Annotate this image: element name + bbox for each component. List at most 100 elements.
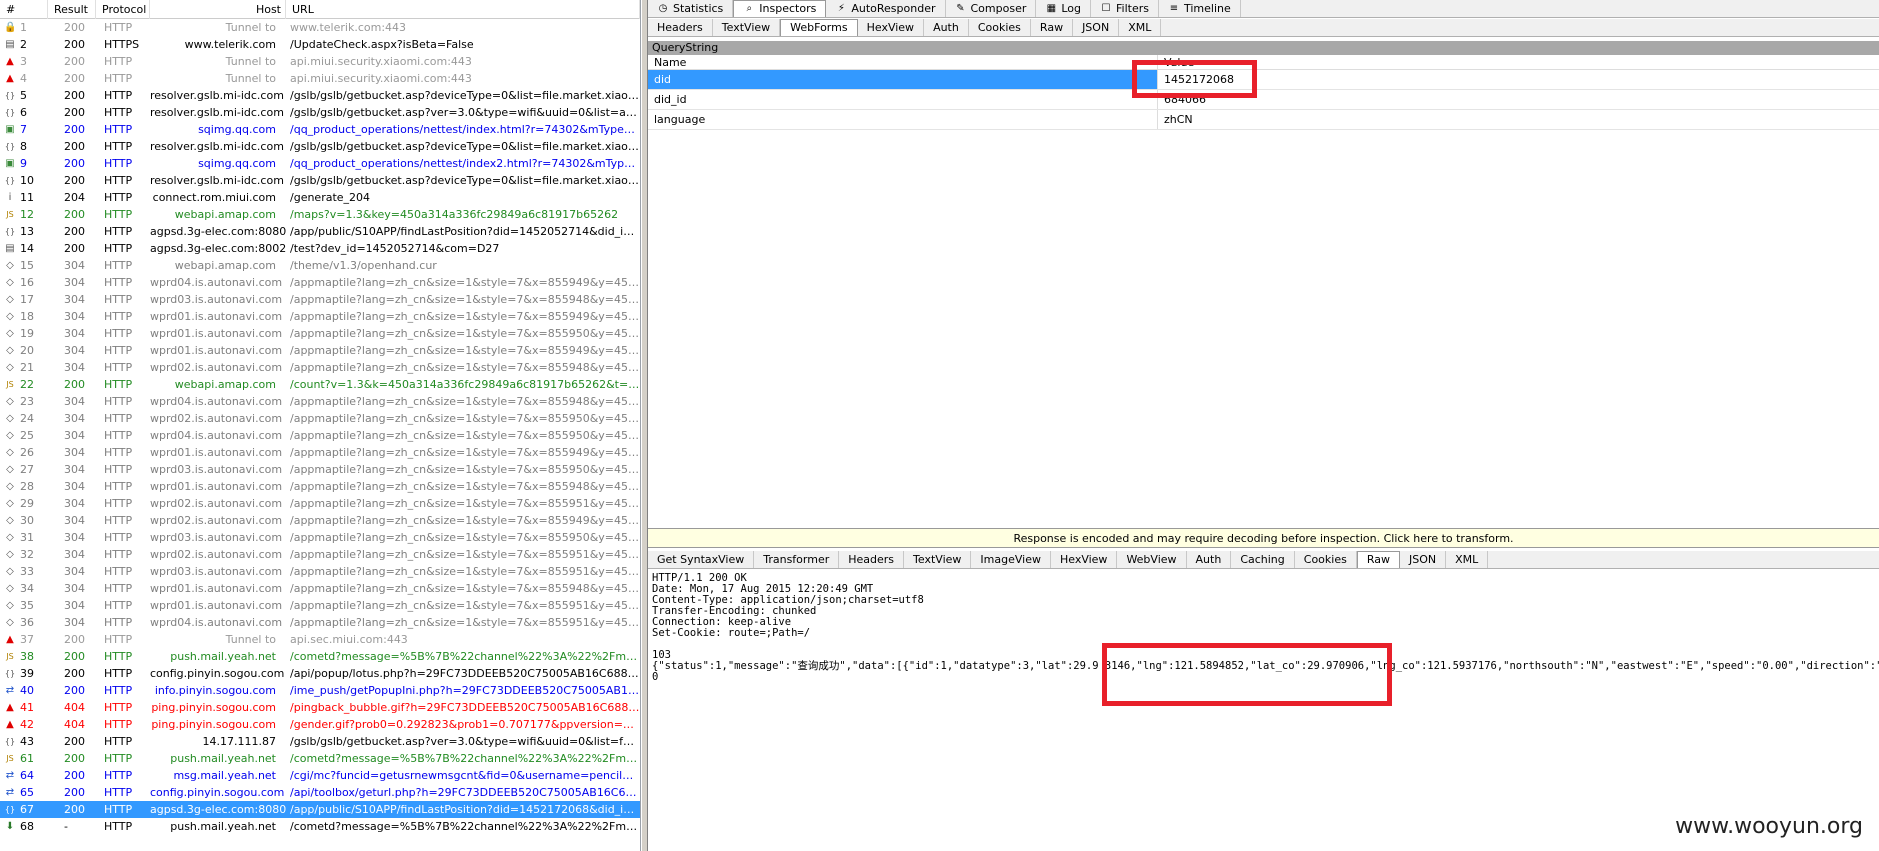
session-row[interactable]: JS 22 200 HTTP webapi.amap.com/count?v=1.3&k… bbox=[0, 376, 640, 393]
session-row[interactable]: ◇ 32 304 HTTP wprd02.is.autonavi.com/appmapt… bbox=[0, 546, 640, 563]
session-row[interactable]: ▲ 42 404 HTTP ping.pinyin.sogou.com/gender.g… bbox=[0, 716, 640, 733]
session-row[interactable]: JS 61 200 HTTP push.mail.yeah.net/cometd?mes… bbox=[0, 750, 640, 767]
response-tab-webview[interactable]: WebView bbox=[1117, 551, 1187, 568]
column-url[interactable]: URL bbox=[286, 0, 640, 19]
session-protocol: HTTP bbox=[104, 225, 133, 238]
session-url: /gslb/gslb/getbucket.asp?ver=3.0&type=wi… bbox=[290, 735, 640, 748]
col-value[interactable]: Value bbox=[1158, 55, 1879, 69]
column-protocol[interactable]: Protocol bbox=[96, 0, 150, 19]
querystring-row[interactable]: did 1452172068 bbox=[648, 70, 1879, 90]
tab-filters[interactable]: ☐ Filters bbox=[1091, 0, 1159, 17]
response-tab-imageview[interactable]: ImageView bbox=[971, 551, 1051, 568]
session-row[interactable]: ◇ 23 304 HTTP wprd04.is.autonavi.com/appmapt… bbox=[0, 393, 640, 410]
session-row[interactable]: ◇ 17 304 HTTP wprd03.is.autonavi.com/appmapt… bbox=[0, 291, 640, 308]
session-row[interactable]: ⇄ 64 200 HTTP msg.mail.yeah.net/cgi/mc?funci… bbox=[0, 767, 640, 784]
session-result: 304 bbox=[64, 548, 85, 561]
tab-inspectors[interactable]: ⌕ Inspectors bbox=[733, 0, 827, 17]
session-row[interactable]: {} 13 200 HTTP agpsd.3g-elec.com:8080/app/pu… bbox=[0, 223, 640, 240]
col-name[interactable]: Name bbox=[648, 55, 1158, 69]
request-tab-hexview[interactable]: HexView bbox=[858, 19, 925, 36]
request-tab-xml[interactable]: XML bbox=[1119, 19, 1162, 36]
session-row[interactable]: ▣ 7 200 HTTP sqimg.qq.com/qq_product_operati… bbox=[0, 121, 640, 138]
session-row[interactable]: ◇ 29 304 HTTP wprd02.is.autonavi.com/appmapt… bbox=[0, 495, 640, 512]
column-host[interactable]: Host bbox=[150, 0, 286, 19]
session-row[interactable]: ◇ 21 304 HTTP wprd02.is.autonavi.com/appmapt… bbox=[0, 359, 640, 376]
session-row[interactable]: ◇ 35 304 HTTP wprd01.is.autonavi.com/appmapt… bbox=[0, 597, 640, 614]
column-result[interactable]: Result bbox=[48, 0, 96, 19]
querystring-row[interactable]: language zhCN bbox=[648, 110, 1879, 130]
request-tab-cookies[interactable]: Cookies bbox=[969, 19, 1031, 36]
session-row[interactable]: ◇ 20 304 HTTP wprd01.is.autonavi.com/appmapt… bbox=[0, 342, 640, 359]
session-row[interactable]: ◇ 36 304 HTTP wprd04.is.autonavi.com/appmapt… bbox=[0, 614, 640, 631]
session-row[interactable]: ◇ 27 304 HTTP wprd03.is.autonavi.com/appmapt… bbox=[0, 461, 640, 478]
session-row[interactable]: 🔒 1 200 HTTP Tunnel to www.telerik.com:443 bbox=[0, 19, 640, 36]
tab-log[interactable]: ▦ Log bbox=[1036, 0, 1092, 17]
session-row[interactable]: ▤ 2 200 HTTPS www.telerik.com/UpdateCheck.as… bbox=[0, 36, 640, 53]
session-row[interactable]: {} 39 200 HTTP config.pinyin.sogou.com/api/p… bbox=[0, 665, 640, 682]
session-row[interactable]: {} 6 200 HTTP resolver.gslb.mi-idc.com/gslb/… bbox=[0, 104, 640, 121]
session-row[interactable]: i 11 204 HTTP connect.rom.miui.com/generate_… bbox=[0, 189, 640, 206]
session-row[interactable]: ◇ 28 304 HTTP wprd01.is.autonavi.com/appmapt… bbox=[0, 478, 640, 495]
response-tab-raw[interactable]: Raw bbox=[1356, 551, 1400, 568]
response-tab-headers[interactable]: Headers bbox=[839, 551, 905, 568]
session-row[interactable]: {} 67 200 HTTP agpsd.3g-elec.com:8080/app/pu… bbox=[0, 801, 640, 818]
session-row[interactable]: ◇ 26 304 HTTP wprd01.is.autonavi.com/appmapt… bbox=[0, 444, 640, 461]
request-tab-auth[interactable]: Auth bbox=[924, 19, 969, 36]
response-tab-get-syntaxview[interactable]: Get SyntaxView bbox=[648, 551, 755, 568]
request-tab-textview[interactable]: TextView bbox=[713, 19, 781, 36]
session-row[interactable]: {} 10 200 HTTP resolver.gslb.mi-idc.com/gslb… bbox=[0, 172, 640, 189]
response-tab-transformer[interactable]: Transformer bbox=[754, 551, 840, 568]
session-row[interactable]: ⇄ 40 200 HTTP info.pinyin.sogou.com/ime_push… bbox=[0, 682, 640, 699]
session-host: www.telerik.com bbox=[184, 38, 276, 51]
session-row[interactable]: {} 43 200 HTTP 14.17.111.87/gslb/gslb/getbuc… bbox=[0, 733, 640, 750]
session-row[interactable]: JS 12 200 HTTP webapi.amap.com/maps?v=1.3&ke… bbox=[0, 206, 640, 223]
session-row[interactable]: ◇ 15 304 HTTP webapi.amap.com/theme/v1.3/ope… bbox=[0, 257, 640, 274]
session-row[interactable]: ◇ 19 304 HTTP wprd01.is.autonavi.com/appmapt… bbox=[0, 325, 640, 342]
session-row[interactable]: ◇ 33 304 HTTP wprd03.is.autonavi.com/appmapt… bbox=[0, 563, 640, 580]
column-num[interactable]: # bbox=[0, 0, 48, 19]
session-num-label: 36 bbox=[20, 616, 34, 629]
tab-statistics[interactable]: ◷ Statistics bbox=[648, 0, 734, 17]
response-tab-textview[interactable]: TextView bbox=[904, 551, 972, 568]
diamond-icon: ◇ bbox=[6, 259, 14, 271]
request-tab-json[interactable]: JSON bbox=[1073, 19, 1120, 36]
session-row[interactable]: ◇ 31 304 HTTP wprd03.is.autonavi.com/appmapt… bbox=[0, 529, 640, 546]
querystring-row[interactable]: did_id 684066 bbox=[648, 90, 1879, 110]
session-row[interactable]: ▲ 3 200 HTTP Tunnel to api.miui.security.xiao… bbox=[0, 53, 640, 70]
session-row[interactable]: {} 5 200 HTTP resolver.gslb.mi-idc.com/gslb/… bbox=[0, 87, 640, 104]
session-row[interactable]: ▣ 9 200 HTTP sqimg.qq.com/qq_product_operati… bbox=[0, 155, 640, 172]
session-num: ◇ 15 bbox=[0, 257, 48, 274]
request-tab-headers[interactable]: Headers bbox=[648, 19, 713, 36]
response-tab-auth[interactable]: Auth bbox=[1187, 551, 1232, 568]
tab-composer[interactable]: ✎ Composer bbox=[946, 0, 1037, 17]
request-tab-webforms[interactable]: WebForms bbox=[780, 19, 858, 36]
session-row[interactable]: JS 38 200 HTTP push.mail.yeah.net/cometd?mes… bbox=[0, 648, 640, 665]
session-row[interactable]: ▤ 14 200 HTTP agpsd.3g-elec.com:8002/test?de… bbox=[0, 240, 640, 257]
session-row[interactable]: ▲ 4 200 HTTP Tunnel to api.miui.security.xiao… bbox=[0, 70, 640, 87]
session-row[interactable]: ◇ 24 304 HTTP wprd02.is.autonavi.com/appmapt… bbox=[0, 410, 640, 427]
response-tab-cookies[interactable]: Cookies bbox=[1295, 551, 1357, 568]
session-row[interactable]: ▲ 37 200 HTTP Tunnel to api.sec.miui.com:443 bbox=[0, 631, 640, 648]
session-row[interactable]: ◇ 30 304 HTTP wprd02.is.autonavi.com/appmapt… bbox=[0, 512, 640, 529]
session-protocol: HTTP bbox=[104, 497, 133, 510]
request-tab-raw[interactable]: Raw bbox=[1031, 19, 1074, 36]
session-host: 14.17.111.87 bbox=[202, 735, 276, 748]
session-row[interactable]: ▲ 41 404 HTTP ping.pinyin.sogou.com/pingback… bbox=[0, 699, 640, 716]
response-tab-hexview[interactable]: HexView bbox=[1051, 551, 1118, 568]
session-row[interactable]: ◇ 18 304 HTTP wprd01.is.autonavi.com/appmapt… bbox=[0, 308, 640, 325]
decode-notice[interactable]: Response is encoded and may require deco… bbox=[648, 528, 1879, 548]
tab-timeline[interactable]: ≡ Timeline bbox=[1159, 0, 1241, 17]
session-row[interactable]: {} 8 200 HTTP resolver.gslb.mi-idc.com/gslb/… bbox=[0, 138, 640, 155]
session-result: 304 bbox=[64, 616, 85, 629]
pane-splitter[interactable] bbox=[641, 0, 648, 851]
response-tab-json[interactable]: JSON bbox=[1400, 551, 1447, 568]
response-tab-caching[interactable]: Caching bbox=[1231, 551, 1295, 568]
session-row[interactable]: ◇ 25 304 HTTP wprd04.is.autonavi.com/appmapt… bbox=[0, 427, 640, 444]
response-tab-xml[interactable]: XML bbox=[1446, 551, 1489, 568]
session-result: - bbox=[64, 820, 68, 833]
session-row[interactable]: ◇ 34 304 HTTP wprd01.is.autonavi.com/appmapt… bbox=[0, 580, 640, 597]
tab-autoresponder[interactable]: ⚡ AutoResponder bbox=[826, 0, 946, 17]
session-row[interactable]: ⬇ 68 - HTTP push.mail.yeah.net/cometd?messag… bbox=[0, 818, 640, 835]
session-row[interactable]: ⇄ 65 200 HTTP config.pinyin.sogou.com/api/to… bbox=[0, 784, 640, 801]
session-row[interactable]: ◇ 16 304 HTTP wprd04.is.autonavi.com/appmapt… bbox=[0, 274, 640, 291]
